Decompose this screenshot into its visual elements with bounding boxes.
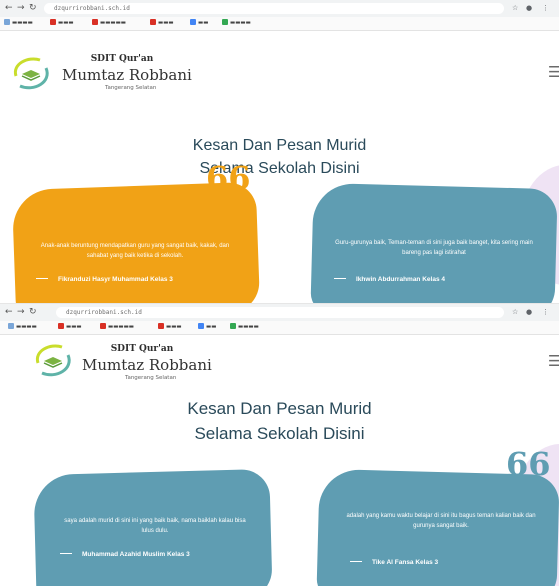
screenshot-bottom: ← → ↻ dzqurrirobbani.sch.id ☆ ● ⋮ ▬▬▬▬ ▬… [0, 303, 559, 586]
url-field[interactable]: dzqurrirobbani.sch.id [44, 3, 504, 14]
school-logo-icon[interactable] [32, 341, 74, 379]
testimonial-author: Tike Al Fansa Kelas 3 [350, 559, 438, 566]
author-name: Muhammad Azahid Muslim Kelas 3 [82, 551, 190, 558]
browser-menu-icon[interactable]: ⋮ [542, 308, 549, 317]
bookmarks-bar: ▬▬▬▬ ▬▬▬ ▬▬▬▬▬ ▬▬▬ ▬▬ ▬▬▬▬ [0, 17, 559, 31]
quote-mark-icon: 66 [506, 445, 551, 483]
browser-address-bar: ← → ↻ dzqurrirobbani.sch.id ☆ ● ⋮ [0, 304, 559, 321]
testimonial-text: saya adalah murid di sini ini yang baik … [64, 518, 246, 534]
section-title-line2: Selama Sekolah Disini [194, 424, 365, 443]
back-icon[interactable]: ← [5, 307, 13, 318]
section-title-line1: Kesan Dan Pesan Murid [192, 137, 367, 154]
reload-icon[interactable]: ↻ [29, 307, 37, 318]
bookmark-item[interactable]: ▬▬▬ [58, 323, 82, 332]
bookmark-item[interactable]: ▬▬▬ [158, 323, 182, 332]
bookmark-item[interactable]: ▬▬▬▬▬ [92, 19, 126, 28]
bookmark-item[interactable]: ▬▬▬▬ [230, 323, 259, 332]
brand-line2: Mumtaz Robbani [82, 356, 212, 374]
url-text: dzqurrirobbani.sch.id [54, 5, 130, 12]
testimonial-text: Anak-anak beruntung mendapatkan guru yan… [40, 243, 230, 259]
screenshot-top: ← → ↻ dzqurrirobbani.sch.id ☆ ● ⋮ ▬▬▬▬ ▬… [0, 0, 559, 303]
testimonial-text: adalah yang kamu waktu belajar di sini i… [346, 513, 536, 529]
profile-icon[interactable]: ● [526, 4, 532, 13]
section-title-line2: Selama Sekolah Disini [199, 160, 360, 177]
author-name: Ikhwin Abdurrahman Kelas 4 [356, 276, 445, 283]
profile-icon[interactable]: ● [526, 308, 532, 317]
bookmark-item[interactable]: ▬▬ [190, 19, 208, 28]
bookmarks-bar: ▬▬▬▬ ▬▬▬ ▬▬▬▬▬ ▬▬▬ ▬▬ ▬▬▬▬ [0, 321, 559, 335]
bookmark-item[interactable]: ▬▬ [198, 323, 216, 332]
quote-mark-icon: 66 [206, 159, 251, 197]
back-icon[interactable]: ← [5, 3, 13, 14]
testimonial-text: Guru-gurunya baik, Teman-teman di sini j… [335, 240, 533, 256]
school-logo-icon[interactable] [10, 54, 52, 92]
bookmark-star-icon[interactable]: ☆ [512, 4, 518, 13]
url-text: dzqurrirobbani.sch.id [66, 309, 142, 316]
hamburger-menu-icon[interactable]: ☰ [548, 354, 559, 369]
testimonial-author: Muhammad Azahid Muslim Kelas 3 [60, 551, 190, 558]
author-name: Fikranduzi Hasyr Muhammad Kelas 3 [58, 276, 173, 283]
bookmark-item[interactable]: ▬▬▬▬ [8, 323, 37, 332]
bookmark-item[interactable]: ▬▬▬▬▬ [100, 323, 134, 332]
bookmark-item[interactable]: ▬▬▬▬ [4, 19, 33, 28]
brand-line1: SDIT Qur'an [110, 344, 174, 354]
author-name: Tike Al Fansa Kelas 3 [372, 559, 439, 566]
brand-line3: Tangerang Selatan [125, 375, 177, 381]
brand-line3: Tangerang Selatan [105, 85, 157, 91]
hamburger-menu-icon[interactable]: ☰ [548, 65, 559, 80]
bookmark-item[interactable]: ▬▬▬ [150, 19, 174, 28]
brand-line1: SDIT Qur'an [90, 54, 154, 64]
brand-line2: Mumtaz Robbani [62, 66, 192, 84]
forward-icon[interactable]: → [17, 3, 25, 14]
testimonial-author: Fikranduzi Hasyr Muhammad Kelas 3 [36, 276, 173, 283]
reload-icon[interactable]: ↻ [29, 3, 37, 14]
bookmark-star-icon[interactable]: ☆ [512, 308, 518, 317]
bookmark-item[interactable]: ▬▬▬▬ [222, 19, 251, 28]
section-title-line1: Kesan Dan Pesan Murid [187, 399, 372, 418]
url-field[interactable]: dzqurrirobbani.sch.id [56, 307, 504, 318]
testimonial-author: Ikhwin Abdurrahman Kelas 4 [334, 276, 445, 283]
forward-icon[interactable]: → [17, 307, 25, 318]
bookmark-item[interactable]: ▬▬▬ [50, 19, 74, 28]
browser-menu-icon[interactable]: ⋮ [542, 4, 549, 13]
browser-address-bar: ← → ↻ dzqurrirobbani.sch.id ☆ ● ⋮ [0, 0, 559, 17]
